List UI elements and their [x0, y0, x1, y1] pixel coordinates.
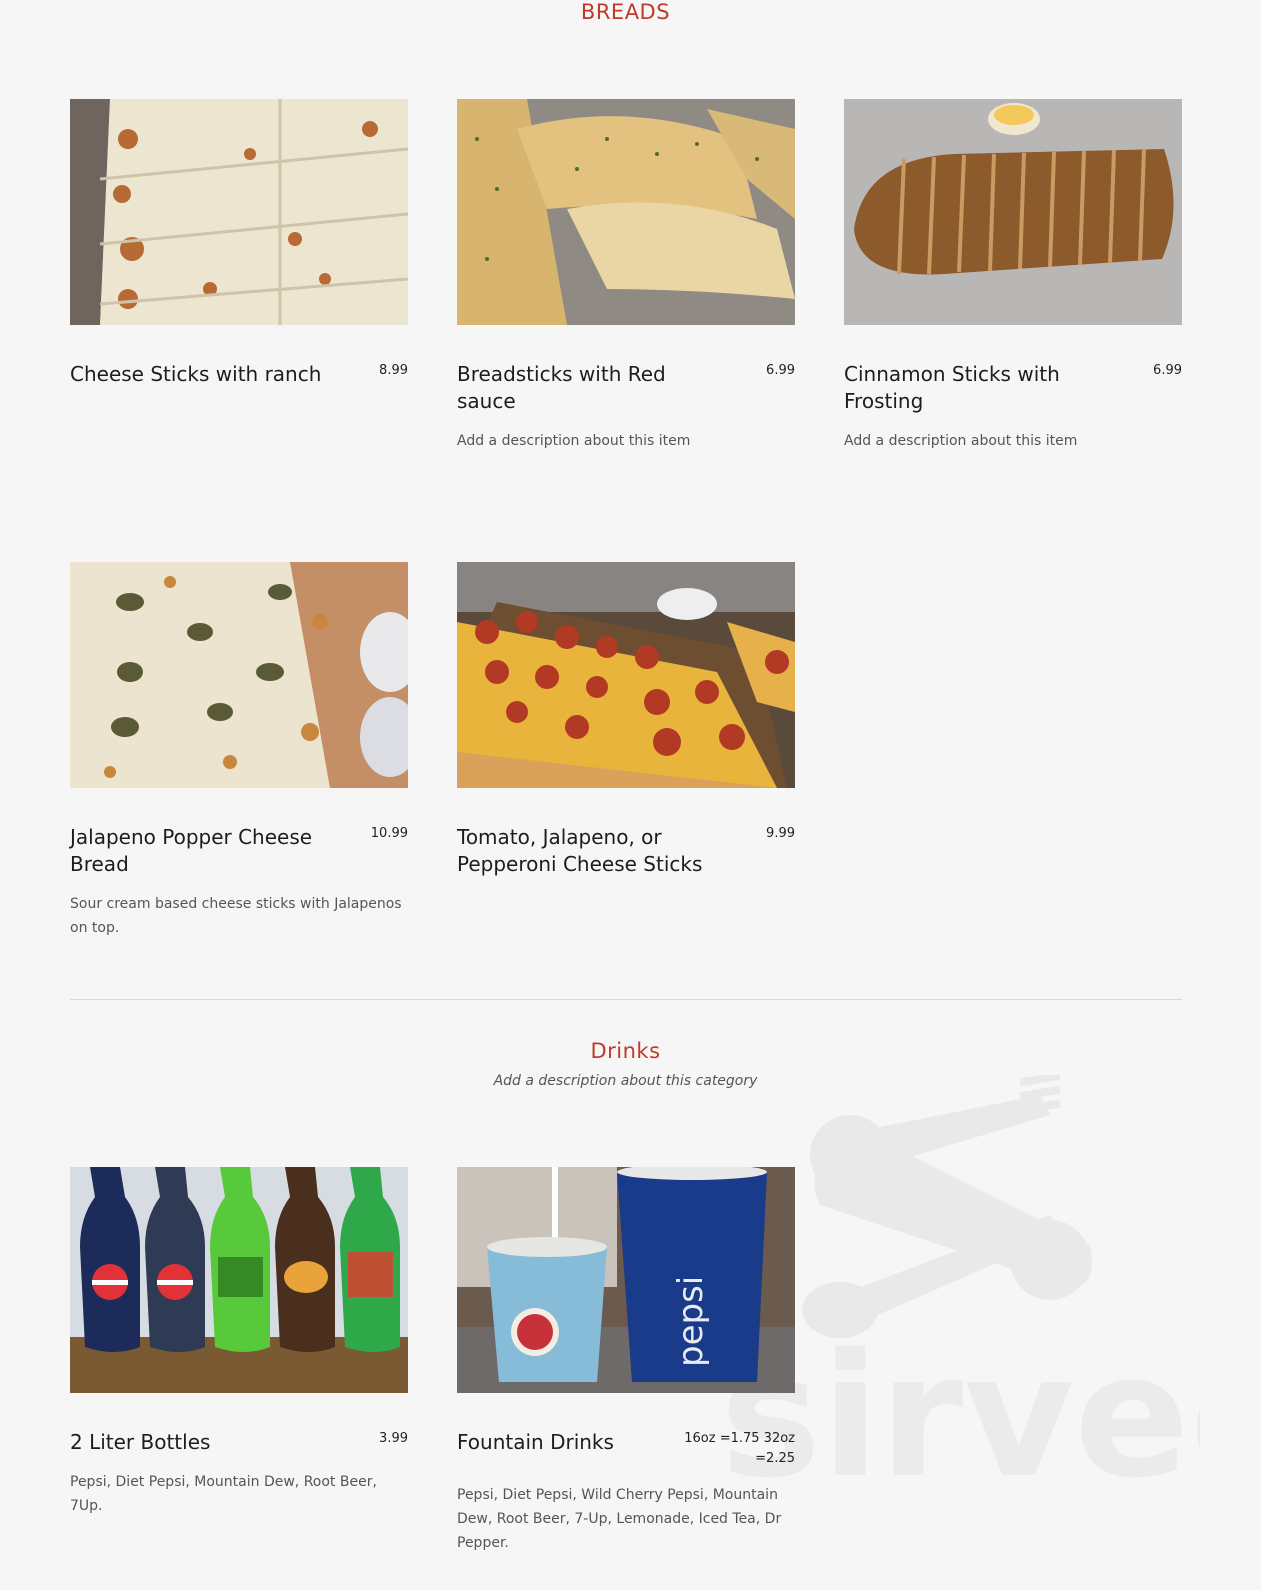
item-name: Tomato, Jalapeno, or Pepperoni Cheese St…: [457, 825, 703, 876]
item-description: Pepsi, Diet Pepsi, Mountain Dew, Root Be…: [70, 1474, 377, 1514]
item-price: 3.99: [379, 1431, 408, 1446]
item-price: 16oz =1.75 32oz =2.25: [684, 1431, 795, 1466]
category-title-breads: BREADS: [580, 0, 671, 24]
item-name: Breadsticks with Red sauce: [457, 362, 666, 413]
2-liter-bottles-photo: [70, 1167, 408, 1393]
menu-item-2-liter-bottles[interactable]: 2 Liter Bottles 3.99 Pepsi, Diet Pepsi, …: [70, 1167, 408, 1518]
jalapeno-popper-photo: [70, 562, 408, 788]
section-divider: [70, 999, 1182, 1000]
menu-item-jalapeno-popper[interactable]: Jalapeno Popper Cheese Bread 10.99 Sour …: [70, 562, 408, 940]
item-name: Cinnamon Sticks with Frosting: [844, 362, 1060, 413]
item-description: Add a description about this item: [457, 433, 691, 449]
cinnamon-sticks-photo: [844, 99, 1182, 325]
item-price: 6.99: [766, 363, 795, 378]
item-description: Pepsi, Diet Pepsi, Wild Cherry Pepsi, Mo…: [457, 1487, 782, 1551]
pepperoni-cheese-sticks-photo: [457, 562, 795, 788]
item-price: 8.99: [379, 363, 408, 378]
item-description: Add a description about this item: [844, 433, 1078, 449]
menu-item-breadsticks[interactable]: Breadsticks with Red sauce 6.99 Add a de…: [457, 99, 795, 453]
menu-item-pepperoni-cheese-sticks[interactable]: Tomato, Jalapeno, or Pepperoni Cheese St…: [457, 562, 795, 878]
item-price: 9.99: [766, 826, 795, 841]
item-price: 10.99: [370, 826, 408, 841]
item-name: 2 Liter Bottles: [70, 1430, 211, 1454]
item-name: Fountain Drinks: [457, 1430, 614, 1454]
fountain-drinks-photo: pepsi: [457, 1167, 795, 1393]
breadsticks-photo: [457, 99, 795, 325]
menu-page: BREADS Cheese Sticks with ranch 8.99 Bre…: [0, 0, 1261, 1590]
menu-item-cheese-sticks[interactable]: Cheese Sticks with ranch 8.99: [70, 99, 408, 388]
cheese-sticks-photo: [70, 99, 408, 325]
menu-item-fountain-drinks[interactable]: pepsi Fountain Drinks 16oz =1.75 32oz =2…: [457, 1167, 795, 1555]
item-price: 6.99: [1153, 363, 1182, 378]
menu-item-cinnamon-sticks[interactable]: Cinnamon Sticks with Frosting 6.99 Add a…: [844, 99, 1182, 453]
item-name: Cheese Sticks with ranch: [70, 362, 322, 386]
category-description: Add a description about this category: [493, 1073, 758, 1089]
category-title-drinks: Drinks: [590, 1039, 661, 1063]
item-description: Sour cream based cheese sticks with Jala…: [70, 896, 402, 936]
svg-text:pepsi: pepsi: [671, 1276, 711, 1367]
item-name: Jalapeno Popper Cheese Bread: [70, 825, 313, 876]
